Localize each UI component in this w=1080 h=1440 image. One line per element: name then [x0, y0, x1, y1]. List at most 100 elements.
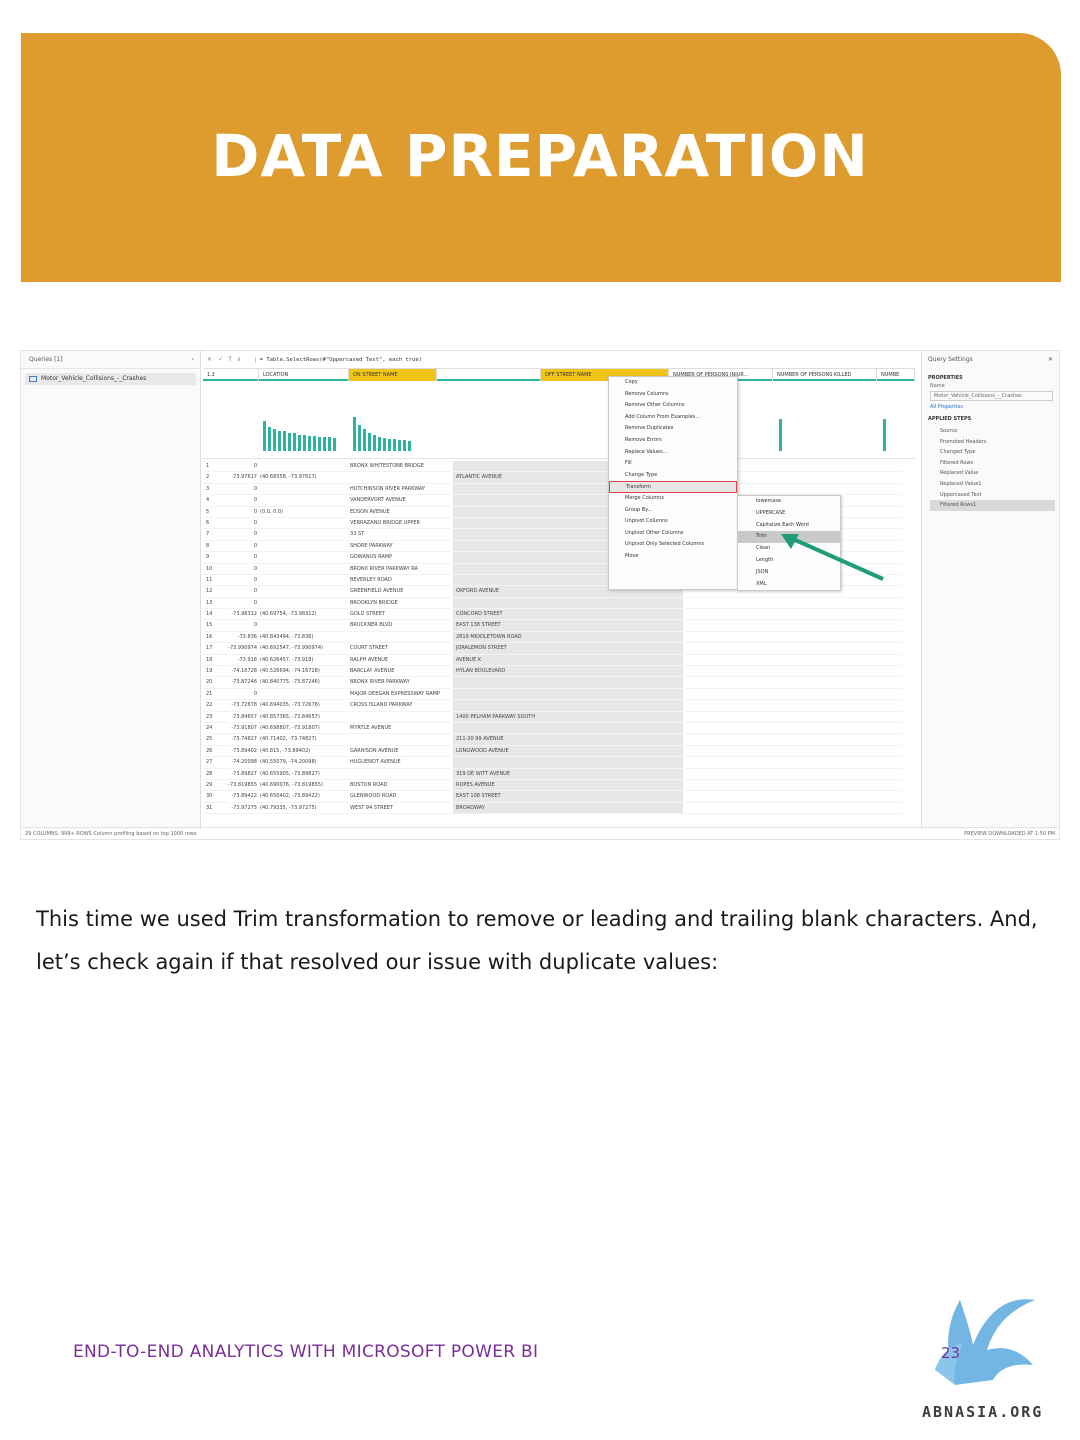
applied-step[interactable]: Filtered Rows1: [930, 500, 1055, 511]
table-cell: LONGWOOD AVENUE: [453, 745, 683, 757]
column-header: LOCATION: [259, 369, 349, 381]
table-row: 23 -73.84657 (40.857365, -73.84657) 1400 PE…: [203, 711, 903, 723]
table-cell: 0: [253, 485, 257, 492]
table-cell: 0: [253, 463, 257, 469]
table-cell: (40.694035, -73.72678): [260, 702, 320, 709]
applied-step[interactable]: Filtered Rows: [930, 458, 1055, 469]
table-cell: 1400 PELHAM PARKWAY SOUTH: [453, 711, 683, 722]
table-row: 26 -73.89402 (40.815, -73.89402) GARRISON A…: [203, 745, 903, 758]
applied-step[interactable]: Replaced Value1: [930, 479, 1055, 490]
context-menu-item[interactable]: Transform: [609, 481, 737, 493]
table-cell: RALPH AVENUE: [350, 656, 389, 663]
table-cell: 0: [253, 622, 257, 629]
context-menu-item[interactable]: Unpivot Columns: [609, 516, 737, 528]
table-cell: [257, 461, 347, 471]
context-menu-item[interactable]: Unpivot Other Columns: [609, 528, 737, 540]
table-cell: [257, 552, 347, 562]
context-menu-item[interactable]: Unpivot Only Selected Columns: [609, 539, 737, 551]
table-cell: 1: [206, 463, 210, 469]
table-cell: -73.91807: [231, 724, 257, 731]
table-cell: 30: [206, 793, 213, 800]
body-paragraph: This time we used Trim transformation to…: [36, 907, 1038, 974]
column-header-index: 1.2: [203, 369, 259, 381]
table-cell: 7: [206, 531, 210, 538]
context-menu-item[interactable]: Merge Columns: [609, 493, 737, 505]
table-cell: GOWANUS RAMP: [350, 554, 393, 561]
table-row: 14 -73.98312 (40.69754, -73.98312) GOLD STR…: [203, 609, 903, 621]
table-cell: VANDERVORT AVENUE: [350, 497, 406, 504]
table-row: 25 -73.74827 (40.71402, -73.74827) 211-20 9…: [203, 734, 903, 746]
page-number: 23: [941, 1344, 961, 1362]
table-row: 20 -73.87246 (40.840775, -73.87246) BRONX R…: [203, 677, 903, 689]
table-cell: 17: [206, 645, 213, 652]
applied-step[interactable]: Promoted Headers: [930, 437, 1055, 448]
context-menu-item[interactable]: Move: [609, 551, 737, 563]
table-cell: [257, 620, 347, 630]
power-query-screenshot: Queries [1] ‹ Motor_Vehicle_Collisions_-…: [20, 350, 1060, 840]
table-cell: 0: [253, 554, 257, 561]
table-cell: 20: [206, 679, 213, 686]
applied-step[interactable]: Replaced Value: [930, 468, 1055, 479]
table-cell: [453, 700, 683, 711]
context-menu-item[interactable]: Remove Duplicates: [609, 423, 737, 435]
table-cell: (40.526694, -74.16728): [260, 668, 320, 675]
table-cell: [347, 632, 453, 642]
applied-step[interactable]: Source: [930, 426, 1055, 437]
applied-step[interactable]: Changed Type: [930, 447, 1055, 458]
column-distribution-bars: [263, 417, 886, 451]
context-menu-item[interactable]: Group By...: [609, 505, 737, 517]
table-cell: ROPES AVENUE: [453, 779, 683, 791]
context-menu-item[interactable]: Copy: [609, 377, 737, 389]
properties-heading: PROPERTIES: [928, 375, 963, 381]
context-menu-item[interactable]: Replace Values...: [609, 447, 737, 459]
table-cell: (40.68358, -73.97617): [260, 474, 317, 481]
query-name: Motor_Vehicle_Collisions_-_Crashes: [41, 375, 147, 382]
table-cell: 0: [253, 588, 257, 595]
table-cell: BRONX WHITESTONE BRIDGE: [350, 463, 424, 469]
table-cell: [257, 598, 347, 608]
griffin-logo-icon: [935, 1299, 1035, 1385]
context-menu-item[interactable]: Change Type: [609, 470, 737, 482]
table-row: 28 -73.89827 (40.655905, -73.89827) 319 DE …: [203, 768, 903, 780]
name-label: Name: [930, 383, 945, 389]
table-cell: 21: [206, 690, 213, 697]
table-cell: 11: [206, 576, 213, 583]
table-cell: [453, 597, 683, 609]
table-cell: 0: [253, 508, 257, 515]
context-menu-item[interactable]: Fill: [609, 458, 737, 470]
table-cell: -73.819855: [228, 781, 257, 788]
table-cell: 9: [206, 554, 210, 561]
submenu-item[interactable]: UPPERCASE: [738, 508, 840, 520]
submenu-item[interactable]: Capitalize Each Word: [738, 520, 840, 532]
table-cell: AVENUE K: [453, 654, 683, 666]
table-cell: [453, 757, 683, 768]
table-cell: [347, 712, 453, 722]
table-cell: 12: [206, 588, 213, 595]
table-cell: (40.857365, -73.84657): [260, 713, 320, 720]
context-menu-item[interactable]: Add Column From Examples...: [609, 412, 737, 424]
table-cell: 15: [206, 622, 213, 629]
table-cell: CROSS ISLAND PARKWAY: [350, 702, 413, 709]
context-menu-item[interactable]: Remove Errors: [609, 435, 737, 447]
table-cell: 8: [206, 542, 210, 549]
query-item: Motor_Vehicle_Collisions_-_Crashes: [25, 373, 196, 385]
table-cell: [453, 688, 683, 700]
context-menu-item[interactable]: Remove Other Columns: [609, 400, 737, 412]
submenu-item[interactable]: lowercase: [738, 496, 840, 508]
page-title: DATA PREPARATION: [211, 122, 869, 190]
table-cell: BROADWAY: [453, 802, 683, 814]
table-cell: BOSTON ROAD: [350, 781, 388, 788]
table-cell: [453, 677, 683, 688]
table-cell: 14: [206, 611, 213, 618]
table-cell: [257, 529, 347, 539]
table-cell: 19: [206, 668, 213, 675]
context-menu-item[interactable]: Remove Columns: [609, 389, 737, 401]
table-cell: BROOKLYN BRIDGE: [350, 599, 398, 606]
applied-step[interactable]: Uppercased Text: [930, 490, 1055, 501]
table-cell: [257, 586, 347, 596]
table-cell: 319 DE WITT AVENUE: [453, 768, 683, 779]
table-cell: 0: [253, 599, 257, 606]
table-cell: 0: [253, 497, 257, 504]
table-row: 13 0 BROOKLYN BRIDGE: [203, 597, 903, 610]
table-cell: EAST 138 STREET: [453, 620, 683, 631]
